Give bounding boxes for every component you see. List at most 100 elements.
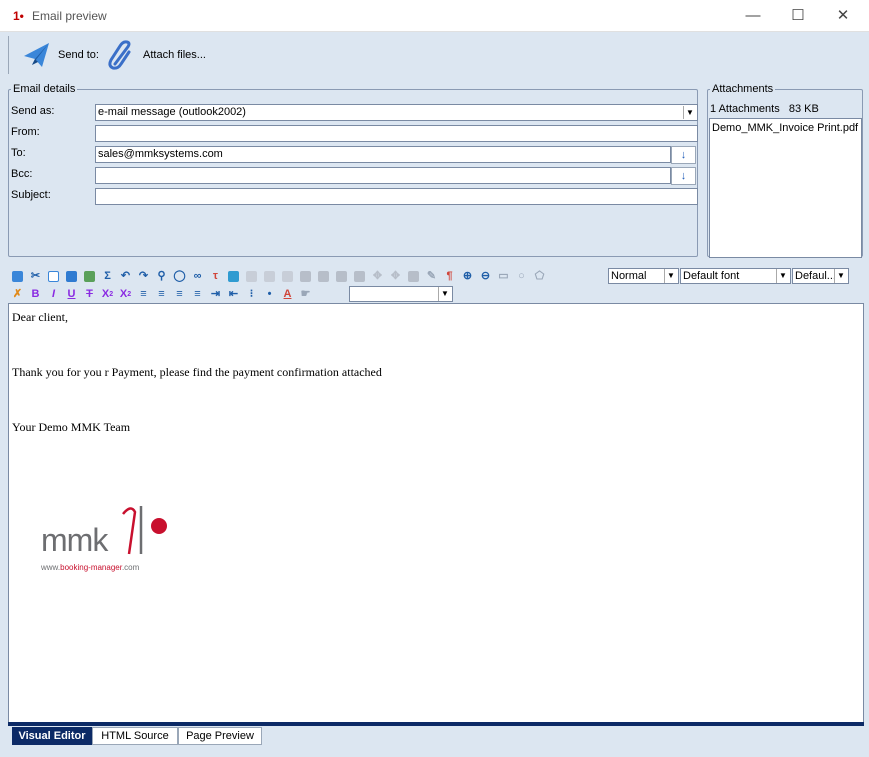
insert-table-icon[interactable]: [227, 270, 240, 283]
bcc-field[interactable]: [95, 167, 671, 184]
align-right-icon[interactable]: ≡: [173, 288, 186, 301]
link-icon[interactable]: ∞: [191, 270, 204, 283]
font-family-select[interactable]: Default font ▼: [680, 268, 791, 284]
polygon-icon[interactable]: ⬠: [533, 270, 546, 283]
replace-icon[interactable]: ◯: [173, 270, 186, 283]
logo-url: www.booking-manager.com: [41, 563, 140, 572]
font-family-value: Default font: [683, 270, 740, 282]
color-select[interactable]: ▼: [349, 286, 453, 302]
align-center-icon[interactable]: ≡: [155, 288, 168, 301]
format-painter-icon[interactable]: τ: [209, 270, 222, 283]
align-justify-icon[interactable]: ≡: [191, 288, 204, 301]
tab-strip: [8, 722, 864, 726]
table-properties-icon: [407, 270, 420, 283]
bcc-label: Bcc:: [11, 168, 33, 180]
attachments-group: Attachments 1 Attachments 83 KB Demo_MMK…: [707, 83, 863, 258]
split-cells-icon: [335, 270, 348, 283]
clear-formatting-icon[interactable]: ✗: [11, 288, 24, 301]
attachments-list[interactable]: Demo_MMK_Invoice Print.pdf: [709, 118, 862, 258]
to-address-picker-button[interactable]: ↓: [671, 146, 696, 164]
delete-column-icon: [299, 270, 312, 283]
send-as-value: e-mail message (outlook2002): [98, 106, 246, 118]
undo-icon[interactable]: ↶: [119, 270, 132, 283]
tab-html-source[interactable]: HTML Source: [92, 727, 178, 745]
strikethrough-icon[interactable]: T: [83, 288, 96, 301]
email-details-group: Email details Send as: e-mail message (o…: [8, 83, 698, 257]
to-label: To:: [11, 147, 26, 159]
superscript-icon[interactable]: X2: [119, 288, 132, 301]
subscript-icon[interactable]: X2: [101, 288, 114, 301]
delete-row-icon: [281, 270, 294, 283]
table-icon[interactable]: [65, 270, 78, 283]
send-as-label: Send as:: [11, 105, 55, 117]
tab-visual-editor[interactable]: Visual Editor: [12, 727, 92, 745]
circle-icon[interactable]: ○: [515, 270, 528, 283]
insert-column-icon: [263, 270, 276, 283]
cut-icon[interactable]: ✂: [29, 270, 42, 283]
app-logo-icon: 1•: [13, 9, 24, 23]
font-size-value: Defaul...: [795, 270, 836, 282]
chevron-down-icon[interactable]: ▼: [438, 287, 451, 301]
bcc-address-picker-button[interactable]: ↓: [671, 167, 696, 185]
chevron-down-icon[interactable]: ▼: [776, 269, 789, 283]
italic-icon[interactable]: I: [47, 288, 60, 301]
attachment-item[interactable]: Demo_MMK_Invoice Print.pdf: [710, 119, 861, 137]
signature-line: Your Demo MMK Team: [12, 420, 131, 434]
numbered-list-icon[interactable]: ⁝: [245, 288, 258, 301]
sigma-icon[interactable]: Σ: [101, 270, 114, 283]
maximize-icon[interactable]: ☐: [778, 4, 818, 28]
logo-mark-icon: [122, 506, 167, 555]
minimize-icon[interactable]: —: [733, 4, 773, 28]
window-title: Email preview: [32, 9, 107, 23]
paste-icon[interactable]: [11, 270, 24, 283]
subject-label: Subject:: [11, 189, 51, 201]
from-label: From:: [11, 126, 40, 138]
bullet-list-icon[interactable]: •: [263, 288, 276, 301]
cell-properties-icon: [353, 270, 366, 283]
indent-icon[interactable]: ⇥: [209, 288, 222, 301]
arrow-down-icon: ↓: [680, 170, 687, 182]
zoom-in-icon[interactable]: ⊕: [461, 270, 474, 283]
send-as-select[interactable]: e-mail message (outlook2002) ▼: [95, 104, 698, 121]
move-down-icon: ✥: [390, 270, 401, 282]
paper-plane-icon: [24, 43, 49, 67]
close-icon[interactable]: ✕: [823, 4, 863, 28]
attach-files-button[interactable]: Attach files...: [107, 40, 206, 70]
find-icon[interactable]: ⚲: [155, 270, 168, 283]
pilcrow-icon[interactable]: ¶: [443, 270, 456, 283]
paragraph-style-select[interactable]: Normal ▼: [608, 268, 679, 284]
font-size-select[interactable]: Defaul... ▼: [792, 268, 849, 284]
chevron-down-icon[interactable]: ▼: [834, 269, 847, 283]
align-left-icon[interactable]: ≡: [137, 288, 150, 301]
rectangle-icon[interactable]: ▭: [497, 270, 510, 283]
copy-icon[interactable]: [47, 270, 60, 283]
redo-icon[interactable]: ↷: [137, 270, 150, 283]
send-button[interactable]: Send to:: [22, 40, 99, 70]
to-field[interactable]: sales@mmksystems.com: [95, 146, 671, 163]
tab-page-preview[interactable]: Page Preview: [178, 727, 262, 745]
greeting-line: Dear client,: [12, 310, 68, 324]
attach-files-label: Attach files...: [143, 49, 206, 61]
email-details-legend: Email details: [13, 83, 76, 95]
bold-icon[interactable]: B: [29, 288, 42, 301]
outdent-icon[interactable]: ⇤: [227, 288, 240, 301]
chevron-down-icon[interactable]: ▼: [683, 106, 696, 119]
editor-toolbar-row-1: ✂ Σ ↶ ↷ ⚲ ◯ ∞ τ ✥ ✥ ✎ ¶ ⊕ ⊖ ▭ ○ ⬠: [11, 268, 546, 285]
attachments-legend: Attachments: [712, 83, 774, 95]
move-up-icon: ✥: [372, 270, 383, 282]
visual-editor-area[interactable]: Dear client, Thank you for you r Payment…: [8, 303, 864, 723]
insert-row-icon: [245, 270, 258, 283]
toolbar-grip[interactable]: [8, 36, 10, 74]
highlight-icon[interactable]: ☛: [299, 288, 312, 301]
from-field[interactable]: [95, 125, 698, 142]
subject-field[interactable]: [95, 188, 698, 205]
zoom-out-icon[interactable]: ⊖: [479, 270, 492, 283]
paragraph-style-value: Normal: [611, 270, 647, 282]
company-logo: mmk www.booking-manager.com: [41, 504, 171, 574]
insert-image-icon[interactable]: [83, 270, 96, 283]
arrow-down-icon: ↓: [680, 149, 687, 161]
text-color-icon[interactable]: A: [281, 288, 294, 301]
body-line: Thank you for you r Payment, please find…: [12, 365, 382, 379]
chevron-down-icon[interactable]: ▼: [664, 269, 677, 283]
underline-icon[interactable]: U: [65, 288, 78, 301]
